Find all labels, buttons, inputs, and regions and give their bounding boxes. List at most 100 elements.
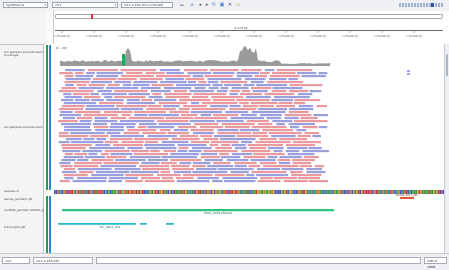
aligned-read[interactable] bbox=[246, 120, 269, 123]
aligned-read[interactable] bbox=[300, 117, 318, 120]
aligned-read[interactable] bbox=[183, 105, 207, 108]
aligned-read[interactable] bbox=[213, 162, 231, 165]
aligned-read[interactable] bbox=[90, 93, 99, 96]
aligned-read[interactable] bbox=[192, 162, 211, 165]
aligned-read[interactable] bbox=[292, 159, 315, 162]
aligned-read[interactable] bbox=[184, 69, 208, 72]
aligned-read[interactable] bbox=[251, 87, 272, 90]
aligned-read[interactable] bbox=[147, 105, 162, 108]
attribute-color-green[interactable] bbox=[46, 196, 48, 253]
aligned-read[interactable] bbox=[255, 141, 291, 144]
aligned-read[interactable] bbox=[58, 120, 78, 123]
aligned-read[interactable] bbox=[190, 111, 223, 114]
aligned-read[interactable] bbox=[88, 84, 105, 87]
aligned-read[interactable] bbox=[226, 159, 249, 162]
aligned-read[interactable] bbox=[96, 72, 123, 75]
aligned-read[interactable] bbox=[274, 96, 310, 99]
aligned-read[interactable] bbox=[121, 114, 131, 117]
aligned-read[interactable] bbox=[292, 141, 321, 144]
aligned-read[interactable] bbox=[289, 108, 314, 111]
aligned-read[interactable] bbox=[251, 171, 287, 174]
aligned-read[interactable] bbox=[64, 96, 82, 99]
aligned-read[interactable] bbox=[296, 129, 307, 132]
aligned-read[interactable] bbox=[156, 75, 191, 78]
aligned-read[interactable] bbox=[179, 135, 198, 138]
aligned-read[interactable] bbox=[128, 93, 150, 96]
aligned-read[interactable] bbox=[132, 84, 150, 87]
aligned-read[interactable] bbox=[61, 87, 77, 90]
aligned-read[interactable] bbox=[131, 150, 149, 153]
aligned-read[interactable] bbox=[256, 84, 288, 87]
aligned-read[interactable] bbox=[133, 111, 166, 114]
aligned-read[interactable] bbox=[204, 159, 223, 162]
aligned-read[interactable] bbox=[239, 102, 249, 105]
aligned-read[interactable] bbox=[59, 162, 71, 165]
aligned-read[interactable] bbox=[165, 78, 185, 81]
aligned-read[interactable] bbox=[209, 144, 219, 147]
aligned-read[interactable] bbox=[196, 168, 217, 171]
close-icon[interactable]: ✕ bbox=[227, 2, 233, 8]
aligned-read[interactable] bbox=[194, 123, 219, 126]
aligned-read[interactable] bbox=[217, 132, 252, 135]
aligned-read[interactable] bbox=[215, 147, 232, 150]
aligned-read[interactable] bbox=[116, 105, 147, 108]
aligned-read[interactable] bbox=[73, 165, 99, 168]
aligned-read[interactable] bbox=[89, 135, 109, 138]
gene-track-name[interactable]: Genes_gamlam.gtf bbox=[4, 197, 42, 201]
aligned-read[interactable] bbox=[290, 126, 299, 129]
aligned-read[interactable] bbox=[162, 105, 180, 108]
aligned-read[interactable] bbox=[212, 99, 235, 102]
aligned-read[interactable] bbox=[236, 72, 259, 75]
aligned-read[interactable] bbox=[297, 93, 313, 96]
vertical-scrollbar[interactable] bbox=[444, 44, 449, 253]
aligned-read[interactable] bbox=[207, 78, 242, 81]
coverage-histogram[interactable] bbox=[60, 46, 330, 66]
aligned-read[interactable] bbox=[126, 72, 143, 75]
aligned-read[interactable] bbox=[306, 168, 322, 171]
aligned-read[interactable] bbox=[284, 114, 312, 117]
aligned-read[interactable] bbox=[63, 102, 97, 105]
aligned-read[interactable] bbox=[150, 150, 160, 153]
aligned-read[interactable] bbox=[257, 168, 280, 171]
aligned-read[interactable] bbox=[193, 132, 214, 135]
aligned-read[interactable] bbox=[203, 138, 219, 141]
aligned-read[interactable] bbox=[154, 99, 177, 102]
aligned-read[interactable] bbox=[210, 105, 228, 108]
aligned-read[interactable] bbox=[174, 171, 192, 174]
aligned-read[interactable] bbox=[278, 162, 291, 165]
aligned-read[interactable] bbox=[239, 129, 260, 132]
aligned-read[interactable] bbox=[178, 126, 197, 129]
aligned-read[interactable] bbox=[302, 150, 330, 153]
aligned-read[interactable] bbox=[293, 102, 306, 105]
aligned-read[interactable] bbox=[78, 87, 104, 90]
aligned-read[interactable] bbox=[308, 147, 322, 150]
aligned-read[interactable] bbox=[259, 138, 277, 141]
aligned-read[interactable] bbox=[407, 73, 410, 75]
aligned-read[interactable] bbox=[243, 156, 266, 159]
aligned-read[interactable] bbox=[63, 117, 75, 120]
aligned-read[interactable] bbox=[229, 90, 241, 93]
aligned-read[interactable] bbox=[299, 165, 312, 168]
aligned-read[interactable] bbox=[312, 135, 321, 138]
aligned-read[interactable] bbox=[220, 81, 248, 84]
aligned-read[interactable] bbox=[263, 165, 299, 168]
aligned-read[interactable] bbox=[230, 117, 265, 120]
aligned-read[interactable] bbox=[61, 171, 77, 174]
aligned-read[interactable] bbox=[171, 165, 190, 168]
aligned-read[interactable] bbox=[260, 114, 282, 117]
small-feature[interactable] bbox=[166, 223, 174, 225]
aligned-read[interactable] bbox=[92, 78, 117, 81]
aligned-read[interactable] bbox=[108, 177, 138, 180]
aligned-read[interactable] bbox=[134, 114, 148, 117]
aligned-read[interactable] bbox=[110, 135, 144, 138]
aligned-read[interactable] bbox=[114, 168, 141, 171]
aligned-read[interactable] bbox=[113, 144, 143, 147]
aligned-read[interactable] bbox=[97, 90, 112, 93]
small-feature[interactable] bbox=[140, 223, 147, 225]
aligned-read[interactable] bbox=[109, 126, 124, 129]
aligned-read[interactable] bbox=[127, 147, 143, 150]
aligned-read[interactable] bbox=[114, 81, 131, 84]
aligned-read[interactable] bbox=[178, 108, 190, 111]
aligned-read[interactable] bbox=[225, 111, 249, 114]
aligned-read[interactable] bbox=[147, 126, 175, 129]
